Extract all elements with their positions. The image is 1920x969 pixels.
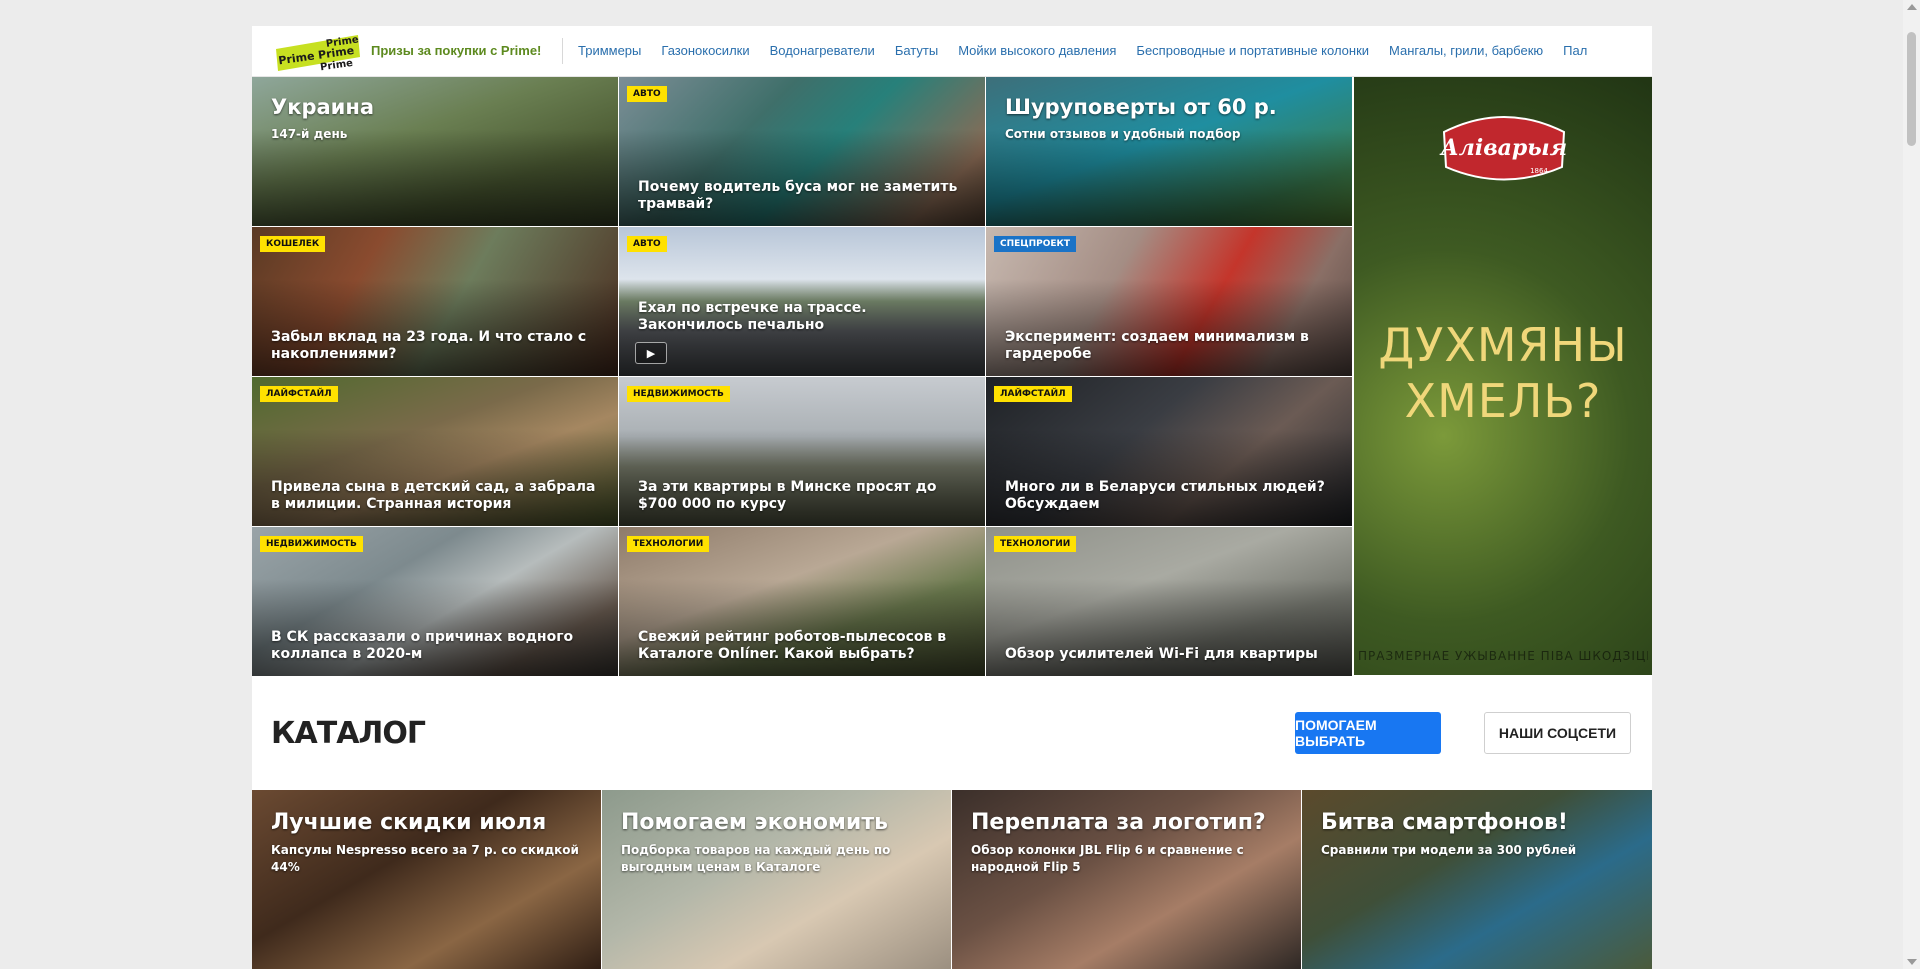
- ad-slogan-line1: ДУХМЯНЫ: [1378, 318, 1628, 372]
- svg-text:1864: 1864: [1530, 167, 1548, 175]
- news-tile[interactable]: КОШЕЛЕК Забыл вклад на 23 года. И что ст…: [252, 227, 618, 376]
- scroll-up-arrow-icon[interactable]: [1907, 4, 1917, 10]
- news-tile[interactable]: АВТО Почему водитель буса мог не заметит…: [619, 77, 985, 226]
- category-tag[interactable]: ЛАЙФСТАЙЛ: [994, 386, 1072, 402]
- tile-title: Ехал по встречке на трассе. Закончилось …: [638, 300, 867, 333]
- prime-logo-icon[interactable]: Prime Prime Prime Prime: [270, 31, 364, 73]
- tile-title: Украина: [271, 95, 375, 119]
- category-tag[interactable]: АВТО: [627, 236, 667, 252]
- social-networks-button[interactable]: НАШИ СОЦСЕТИ: [1484, 712, 1631, 754]
- category-tag[interactable]: ТЕХНОЛОГИИ: [994, 536, 1077, 552]
- tile-subtitle: Сотни отзывов и удобный подбор: [1005, 127, 1241, 141]
- nav-item-trampolines[interactable]: Батуты: [895, 43, 938, 58]
- nav-item-more[interactable]: Пал: [1563, 43, 1587, 58]
- category-nav: Триммеры Газонокосилки Водонагреватели Б…: [578, 43, 1587, 58]
- promo-title: Битва смартфонов!: [1321, 810, 1568, 835]
- scrollbar-thumb[interactable]: [1907, 32, 1916, 146]
- tile-title: Свежий рейтинг роботов-пылесосов в Катал…: [638, 629, 947, 662]
- category-tag[interactable]: НЕДВИЖИМОСТЬ: [260, 536, 363, 552]
- svg-text:Аліварыя: Аліварыя: [1439, 135, 1567, 161]
- tile-title: Привела сына в детский сад, а забрала в …: [271, 479, 596, 512]
- alivaria-logo-icon: Аліварыя 1864: [1439, 116, 1567, 181]
- nav-item-pressure-washers[interactable]: Мойки высокого давления: [958, 43, 1116, 58]
- alivaria-ad-banner[interactable]: Аліварыя 1864 ДУХМЯНЫ ХМЕЛЬ? ПРАЗМЕРНАЕ …: [1354, 77, 1652, 675]
- tile-subtitle: 147-й день: [271, 127, 348, 141]
- promo-title: Помогаем экономить: [621, 810, 888, 835]
- prime-promo-link[interactable]: Призы за покупки с Prime!: [371, 43, 541, 58]
- help-choose-button[interactable]: ПОМОГАЕМ ВЫБРАТЬ: [1295, 712, 1441, 754]
- catalog-promo-tile[interactable]: Переплата за логотип? Обзор колонки JBL …: [952, 790, 1301, 969]
- promo-title: Лучшие скидки июля: [271, 810, 547, 835]
- page: Prime Prime Prime Prime Призы за покупки…: [252, 26, 1652, 969]
- tile-title: В СК рассказали о причинах водного колла…: [271, 629, 574, 662]
- news-tile[interactable]: Украина 147-й день: [252, 77, 618, 226]
- news-tile[interactable]: НЕДВИЖИМОСТЬ В СК рассказали о причинах …: [252, 527, 618, 676]
- news-tile[interactable]: ТЕХНОЛОГИИ Свежий рейтинг роботов-пылесо…: [619, 527, 985, 676]
- page-scrollbar[interactable]: [1903, 0, 1920, 969]
- tile-title: Эксперимент: создаем минимализм в гардер…: [1005, 329, 1309, 362]
- catalog-header: КАТАЛОГ ПОМОГАЕМ ВЫБРАТЬ НАШИ СОЦСЕТИ: [252, 706, 1652, 766]
- catalog-title: КАТАЛОГ: [271, 716, 426, 751]
- ad-slogan: ДУХМЯНЫ ХМЕЛЬ?: [1354, 317, 1652, 429]
- tile-title: Забыл вклад на 23 года. И что стало с на…: [271, 329, 587, 362]
- category-tag[interactable]: СПЕЦПРОЕКТ: [994, 236, 1077, 252]
- news-tile[interactable]: ЛАЙФСТАЙЛ Привела сына в детский сад, а …: [252, 377, 618, 526]
- catalog-promo-tile[interactable]: Битва смартфонов! Сравнили три модели за…: [1302, 790, 1652, 969]
- category-tag[interactable]: НЕДВИЖИМОСТЬ: [627, 386, 730, 402]
- scroll-down-arrow-icon[interactable]: [1907, 959, 1917, 965]
- catalog-promo-row: Лучшие скидки июля Капсулы Nespresso все…: [252, 790, 1652, 969]
- promo-subtitle: Обзор колонки JBL Flip 6 и сравнение с н…: [971, 843, 1244, 874]
- news-tile[interactable]: ТЕХНОЛОГИИ Обзор усилителей Wi-Fi для кв…: [986, 527, 1352, 676]
- catalog-promo-tile[interactable]: Лучшие скидки июля Капсулы Nespresso все…: [252, 790, 601, 969]
- news-tile[interactable]: АВТО Ехал по встречке на трассе. Закончи…: [619, 227, 985, 376]
- news-tile[interactable]: СПЕЦПРОЕКТ Эксперимент: создаем минимали…: [986, 227, 1352, 376]
- promo-subtitle: Подборка товаров на каждый день по выгод…: [621, 843, 891, 874]
- catalog-promo-tile[interactable]: Помогаем экономить Подборка товаров на к…: [602, 790, 951, 969]
- news-tile[interactable]: НЕДВИЖИМОСТЬ За эти квартиры в Минске пр…: [619, 377, 985, 526]
- nav-item-grills[interactable]: Мангалы, грили, барбекю: [1389, 43, 1543, 58]
- promo-title: Переплата за логотип?: [971, 810, 1266, 835]
- category-tag[interactable]: КОШЕЛЕК: [260, 236, 326, 252]
- nav-item-lawnmowers[interactable]: Газонокосилки: [661, 43, 749, 58]
- category-tag[interactable]: АВТО: [627, 86, 667, 102]
- tile-title: Шуруповерты от 60 р.: [1005, 95, 1277, 119]
- tile-title: Много ли в Беларуси стильных людей? Обсу…: [1005, 479, 1325, 512]
- nav-item-trimmers[interactable]: Триммеры: [578, 43, 641, 58]
- nav-item-speakers[interactable]: Беспроводные и портативные колонки: [1136, 43, 1369, 58]
- news-tile[interactable]: ЛАЙФСТАЙЛ Много ли в Беларуси стильных л…: [986, 377, 1352, 526]
- promo-subtitle: Капсулы Nespresso всего за 7 р. со скидк…: [271, 843, 579, 874]
- video-camera-icon: ▶: [635, 342, 667, 364]
- tile-title: Обзор усилителей Wi-Fi для квартиры: [1005, 646, 1318, 662]
- news-tile[interactable]: Шуруповерты от 60 р. Сотни отзывов и удо…: [986, 77, 1352, 226]
- tile-title: Почему водитель буса мог не заметить тра…: [638, 179, 958, 212]
- nav-item-water-heaters[interactable]: Водонагреватели: [770, 43, 875, 58]
- category-tag[interactable]: ЛАЙФСТАЙЛ: [260, 386, 338, 402]
- category-tag[interactable]: ТЕХНОЛОГИИ: [627, 536, 710, 552]
- divider: [562, 38, 563, 64]
- promo-subtitle: Сравнили три модели за 300 рублей: [1321, 843, 1577, 857]
- news-grid: Украина 147-й день АВТО Почему водитель …: [252, 77, 1652, 677]
- ad-slogan-line2: ХМЕЛЬ?: [1404, 374, 1602, 428]
- ad-fine-print: ПРАЗМЕРНАЕ УЖЫВАННЕ ПІВА ШКОДЗІЦЬ ВАШАМУ…: [1358, 649, 1648, 663]
- tile-title: За эти квартиры в Минске просят до $700 …: [638, 479, 937, 512]
- top-promo-bar: Prime Prime Prime Prime Призы за покупки…: [252, 26, 1652, 77]
